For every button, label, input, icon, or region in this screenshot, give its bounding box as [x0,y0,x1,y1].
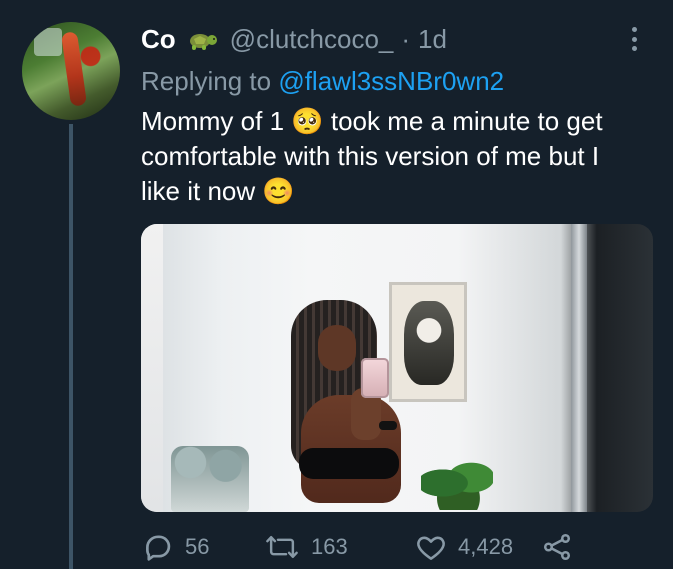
author-handle[interactable]: @clutchcoco_ [230,22,394,56]
avatar[interactable] [22,22,120,120]
heart-icon [414,530,448,564]
retweet-count: 163 [311,534,348,559]
meta-separator: · [401,24,411,54]
reply-button[interactable]: 56 [141,528,209,566]
person-selfie [291,300,401,512]
reply-count: 56 [185,534,210,559]
tweet-time[interactable]: 1d [418,22,447,56]
tweet-image[interactable] [141,224,653,512]
replying-to-label: Replying to [141,66,272,96]
replying-to-handle[interactable]: @flawl3ssNBr0wn2 [278,66,504,96]
tweet-actions: 56 163 4,428 [141,528,581,566]
tweet-text-line: Mommy of 1 🥺 took me a minute to get [141,106,603,136]
more-icon[interactable] [630,27,638,51]
mirror-edge [571,224,587,512]
background-plant [421,456,493,510]
tweet-text-line: comfortable with this version of me but … [141,141,600,171]
retweet-button[interactable]: 163 [263,528,348,566]
background-bag [171,446,249,512]
reply-icon [141,530,175,564]
turtle-icon [186,27,220,51]
thread-connector-line [69,124,73,569]
share-icon [540,530,574,564]
retweet-icon [263,530,301,564]
like-count: 4,428 [458,534,514,559]
share-button[interactable] [540,528,574,566]
display-name[interactable]: Co [141,22,176,56]
tweet-header: Co @clutchcoco_ · 1d [141,22,447,56]
image-background-pillar [141,224,163,512]
watch [379,421,397,430]
tweet-text-line: like it now 😊 [141,176,295,206]
tweet-text: Mommy of 1 🥺 took me a minute to get com… [141,104,653,209]
phone [361,358,389,398]
replying-to: Replying to @flawl3ssNBr0wn2 [141,64,504,98]
like-button[interactable]: 4,428 [414,528,513,566]
